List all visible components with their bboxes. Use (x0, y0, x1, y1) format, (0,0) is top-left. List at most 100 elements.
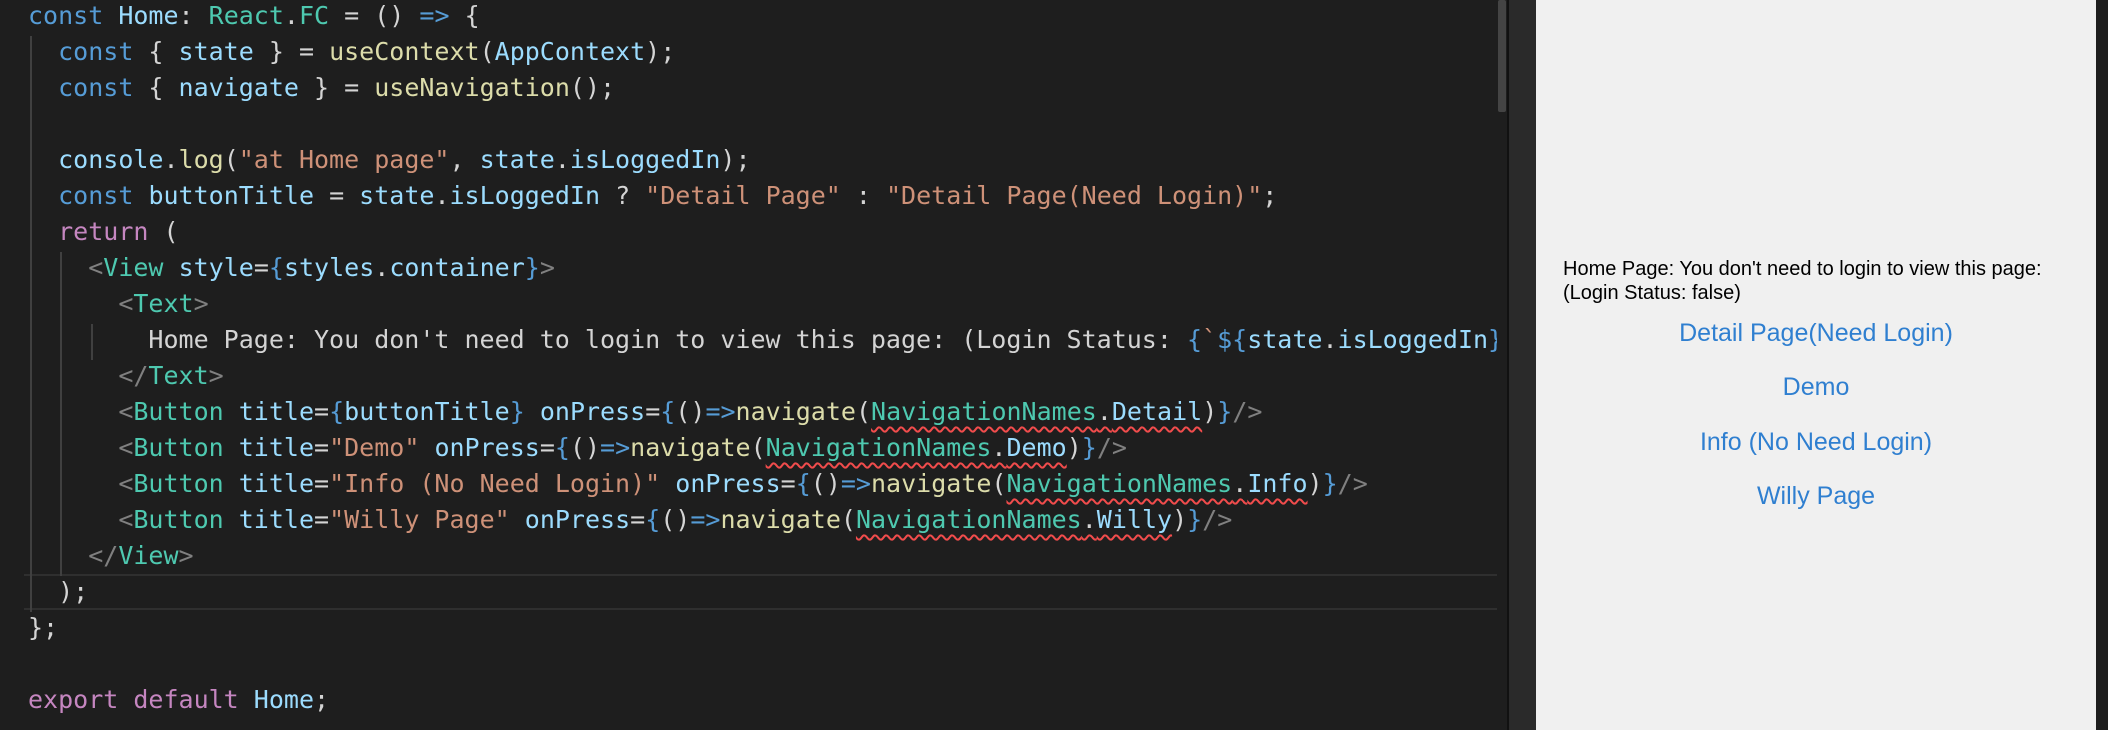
login-status-line: (Login Status: false) (1563, 282, 1741, 304)
code-token: ? (600, 181, 646, 210)
code-token: => (690, 505, 721, 534)
code-token-error: . (1096, 397, 1112, 426)
code-token: Text (148, 361, 209, 390)
code-token: log (178, 145, 224, 174)
code-line[interactable]: const buttonTitle = state.isLoggedIn ? "… (28, 178, 1277, 214)
code-token: export (28, 685, 119, 714)
code-token: : (178, 1, 209, 30)
code-token: onPress (524, 505, 631, 534)
code-token: const (28, 1, 104, 30)
code-line[interactable]: return ( (28, 214, 178, 250)
code-token: style (178, 253, 254, 282)
code-line[interactable]: </View> (28, 538, 193, 574)
code-line[interactable]: const { state } = useContext(AppContext)… (28, 34, 675, 70)
code-token: } (1322, 469, 1338, 498)
code-token: , (449, 145, 480, 174)
code-token: Button (133, 397, 224, 426)
code-token: title (238, 397, 315, 426)
code-token: Button (133, 505, 224, 534)
code-token: default (133, 685, 239, 714)
code-token: navigate (870, 469, 992, 498)
code-token: () (569, 433, 601, 462)
code-line[interactable]: const Home: React.FC = () => { (28, 0, 480, 34)
home-page-message-line: Home Page: You don't need to login to vi… (1563, 258, 2042, 280)
code-line[interactable]: <Button title="Info (No Need Login)" onP… (28, 466, 1367, 502)
code-token: } (1217, 397, 1233, 426)
code-token: ( (840, 505, 856, 534)
code-token: </ (88, 541, 119, 570)
code-token: React (208, 1, 284, 30)
code-token-error: Info (1247, 469, 1308, 498)
code-token: { (645, 505, 661, 534)
editor-scrollbar-thumb[interactable] (1498, 0, 1506, 112)
code-token: onPress (434, 433, 540, 462)
code-token: ) (1172, 505, 1188, 534)
code-token: : (840, 181, 886, 210)
pane-divider[interactable] (1507, 0, 1536, 730)
app-preview: Home Page: You don't need to login to vi… (1536, 0, 2096, 730)
code-line[interactable]: <View style={styles.container}> (28, 250, 555, 286)
code-token: navigate (630, 433, 751, 462)
code-token: } (509, 397, 525, 426)
code-token: < (88, 253, 104, 282)
code-token: "Detail Page" (645, 181, 841, 210)
code-token: => (419, 1, 450, 30)
code-token: buttonTitle (344, 397, 510, 426)
code-line[interactable]: ); (28, 574, 88, 610)
code-token: /> (1232, 397, 1263, 426)
code-token: } = (253, 37, 330, 66)
code-token: /> (1096, 433, 1127, 462)
code-line[interactable]: <Text> (28, 286, 209, 322)
code-line[interactable]: </Text> (28, 358, 223, 394)
code-token: Home Page: You don't need to login to vi… (148, 325, 1187, 354)
code-line[interactable]: console.log("at Home page", state.isLogg… (28, 142, 750, 178)
code-line[interactable]: const { navigate } = useNavigation(); (28, 70, 615, 106)
info-button[interactable]: Info (No Need Login) (1536, 425, 2096, 459)
code-token: /> (1202, 505, 1233, 534)
code-token: } (524, 253, 540, 282)
code-line[interactable]: }; (28, 610, 58, 646)
willy-page-button[interactable]: Willy Page (1536, 479, 2096, 513)
code-editor[interactable]: const Home: React.FC = () => { const { s… (0, 0, 1507, 730)
code-token: = () (329, 1, 420, 30)
code-token: { (133, 37, 179, 66)
demo-button[interactable]: Demo (1536, 370, 2096, 404)
code-token: { (268, 253, 284, 282)
code-token: => (840, 469, 871, 498)
code-token: title (238, 469, 315, 498)
code-token: = (630, 505, 646, 534)
code-token-error: Detail (1111, 397, 1203, 426)
code-token-error: NavigationNames (871, 397, 1097, 426)
code-token: Button (133, 433, 224, 462)
detail-page-button[interactable]: Detail Page(Need Login) (1536, 316, 2096, 350)
code-line[interactable]: <Button title="Demo" onPress={()=>naviga… (28, 430, 1127, 466)
code-token: . (554, 145, 570, 174)
code-token: } (1187, 505, 1203, 534)
code-line[interactable]: Home Page: You don't need to login to vi… (28, 322, 1507, 358)
code-token: > (193, 289, 209, 318)
code-token: > (539, 253, 555, 282)
code-line[interactable]: <Button title={buttonTitle} onPress={()=… (28, 394, 1262, 430)
code-line[interactable]: export default Home; (28, 682, 329, 718)
code-token: title (238, 433, 315, 462)
code-token: { (554, 433, 570, 462)
code-token: onPress (539, 397, 646, 426)
code-token: < (118, 433, 134, 462)
code-line[interactable]: <Button title="Willy Page" onPress={()=>… (28, 502, 1232, 538)
code-token: . (163, 145, 179, 174)
code-token: = (539, 433, 555, 462)
code-token: isLoggedIn (449, 181, 601, 210)
